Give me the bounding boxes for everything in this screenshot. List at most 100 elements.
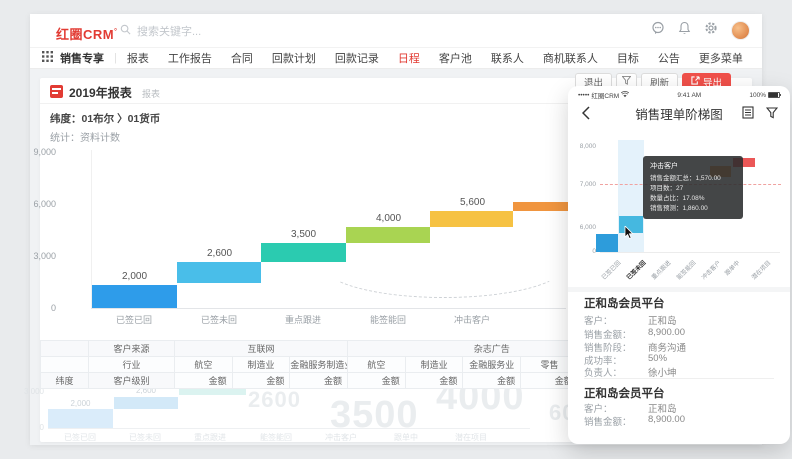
tooltip-label: 销售预测： (650, 205, 683, 212)
x-category-label: 已签已回 (92, 313, 176, 326)
x-category-label: 能签能回 (346, 313, 430, 326)
mobile-filter-icon[interactable] (766, 106, 778, 124)
cell-dimension: 纬度 (41, 373, 89, 389)
waterfall-bar-1[interactable] (92, 285, 177, 308)
nav-item-announcements[interactable]: 公告 (658, 50, 680, 66)
cell-industry-value: 金融服务业 (463, 357, 521, 373)
cell-industry-value: 航空 (348, 357, 406, 373)
status-time: 9:41 AM (677, 92, 701, 99)
list-item-title[interactable]: 正和岛会员平台 (584, 295, 665, 311)
ghost-x-label: 能签能回 (246, 432, 306, 443)
mobile-y-tick: 6,000 (570, 224, 596, 231)
field-label: 销售金额： (584, 414, 632, 428)
waterfall-bar-5[interactable] (430, 211, 513, 227)
mobile-y-tick: 8,000 (570, 143, 596, 150)
search-input[interactable]: 搜索关键字... (120, 23, 201, 39)
ghost-number: 2600 (248, 387, 301, 413)
report-type-tag: 报表 (142, 87, 160, 100)
status-right: 100% (749, 92, 780, 99)
nav-separator: | (114, 52, 117, 64)
ghost-x-label: 重点跟进 (180, 432, 240, 443)
brand-logo-mark: ° (114, 29, 117, 36)
nav-left: 销售专享 (30, 50, 104, 66)
report-title: 2019年报表 (69, 84, 132, 101)
stat-label: 统计： (50, 133, 80, 144)
nav-item-goals[interactable]: 目标 (617, 50, 639, 66)
ghost-x-label: 已签未回 (115, 432, 175, 443)
field-label: 客户： (584, 401, 613, 415)
bar-value-label: 3,500 (261, 229, 346, 240)
ghost-bar (48, 409, 113, 428)
mobile-bar-1[interactable] (596, 234, 618, 252)
dimension-label: 纬度： (50, 113, 82, 125)
x-category-label: 冲击客户 (430, 313, 514, 326)
tooltip-row: 数量占比：17.08% (650, 194, 736, 204)
cell-empty (41, 341, 89, 357)
nav-bar: 销售专享 | 报表 工作报告 合同 回款计划 回款记录 日程 客户池 联系人 商… (30, 48, 762, 69)
list-item-title[interactable]: 正和岛会员平台 (584, 385, 665, 401)
nav-item-schedule[interactable]: 日程 (398, 50, 420, 66)
chat-icon[interactable] (651, 21, 665, 40)
nav-item-contacts[interactable]: 联系人 (491, 50, 524, 66)
field-label: 销售金额： (584, 327, 632, 341)
nav-item-payment-record[interactable]: 回款记录 (335, 50, 379, 66)
waterfall-bar-6[interactable] (513, 202, 575, 211)
cell-industry-value: 制造业 (232, 357, 290, 373)
wifi-icon (621, 91, 629, 100)
brand-logo-text: 红圈CRM (56, 27, 114, 42)
tooltip-title: 冲击客户 (650, 161, 736, 171)
waterfall-bar-3[interactable] (261, 243, 346, 262)
ghost-x-label: 已签已回 (50, 432, 110, 443)
list-divider (584, 378, 774, 379)
ghost-bar-label: 2,000 (48, 399, 113, 408)
x-category-label: 已签未回 (177, 313, 261, 326)
nav-item-reports[interactable]: 报表 (127, 50, 149, 66)
waterfall-bar-4[interactable] (346, 227, 430, 243)
status-left: ••••• 红圈CRM (578, 90, 629, 100)
mobile-x-axis-line (600, 252, 780, 253)
field-value: 商务沟通 (648, 340, 686, 354)
cell-industry-value: 航空 (175, 357, 233, 373)
nav-item-more[interactable]: 更多菜单 (699, 50, 743, 66)
y-tick-0: 0 (18, 303, 56, 313)
bar-value-label: 4,000 (346, 213, 431, 224)
tooltip-value: 1,570.00 (696, 175, 721, 182)
mobile-status-bar: ••••• 红圈CRM 9:41 AM 100% (568, 90, 790, 100)
chart-tooltip: 冲击客户 销售金额汇总：1,570.00 项目数：27 数量占比：17.08% … (643, 156, 743, 219)
tooltip-label: 数量占比： (650, 195, 683, 202)
nav-item-customer-pool[interactable]: 客户池 (439, 50, 472, 66)
ghost-bar (114, 397, 178, 409)
apps-grid-icon[interactable] (42, 51, 53, 65)
x-axis-line (91, 308, 566, 309)
mobile-y-tick: 7,000 (570, 181, 596, 188)
field-value: 徐小坤 (648, 365, 677, 379)
user-avatar[interactable] (731, 21, 750, 40)
dimension-value: 01布尔 〉01货币 (82, 113, 161, 125)
gear-icon[interactable] (704, 21, 718, 40)
field-value: 50% (648, 353, 667, 364)
tooltip-label: 销售金额汇总： (650, 175, 696, 182)
cell-customer-source: 客户来源 (89, 341, 175, 357)
y-tick-9000: 9,000 (18, 147, 56, 157)
nav-item-contract[interactable]: 合同 (231, 50, 253, 66)
list-view-icon[interactable] (742, 106, 754, 124)
topbar-icons (651, 21, 750, 40)
cell-industry-value: 制造业 (405, 357, 463, 373)
nav-item-work-report[interactable]: 工作报告 (168, 50, 212, 66)
cell-empty (41, 357, 89, 373)
nav-item-payment-plan[interactable]: 回款计划 (272, 50, 316, 66)
report-stat: 统计：资料计数 (50, 129, 120, 144)
y-tick-3000: 3,000 (18, 251, 56, 261)
waterfall-bar-2[interactable] (177, 262, 261, 283)
nav-item-opportunity-contacts[interactable]: 商机联系人 (543, 50, 598, 66)
top-bar: 红圈CRM° 搜索关键字... (30, 14, 762, 48)
cell-internet: 互联网 (175, 341, 348, 357)
y-tick-6000: 6,000 (18, 199, 56, 209)
field-value: 8,900.00 (648, 327, 685, 338)
carrier-label: 红圈CRM (591, 90, 619, 100)
bar-value-label: 2,600 (177, 248, 262, 259)
nav-menu-label[interactable]: 销售专享 (60, 50, 104, 66)
bell-icon[interactable] (678, 21, 691, 40)
signal-dots: ••••• (578, 92, 589, 99)
cell-amount: 金额 (175, 373, 233, 389)
